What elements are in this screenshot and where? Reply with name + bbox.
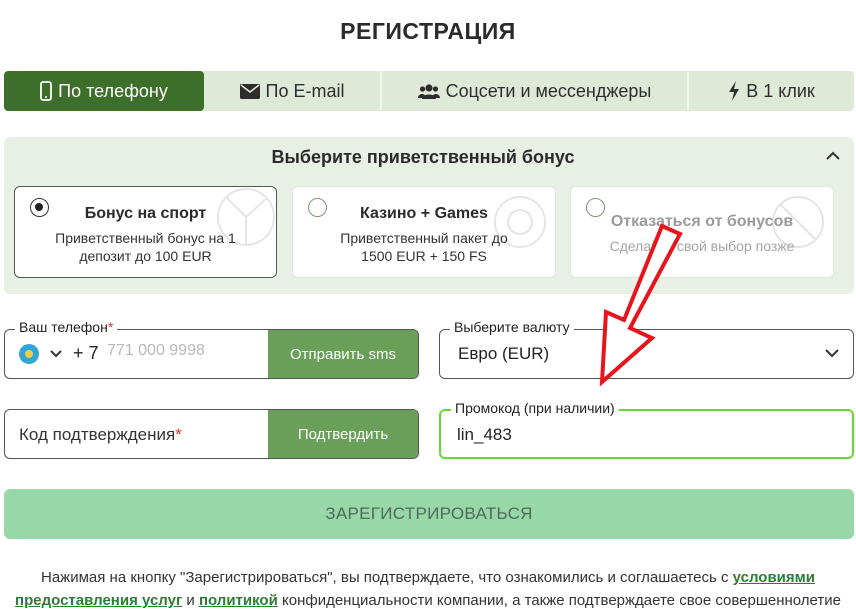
- registration-tabs: По телефону По E-mail Соцсети и мессендж…: [4, 71, 854, 111]
- chevron-down-icon[interactable]: [49, 345, 63, 363]
- dial-code: + 7: [73, 343, 99, 363]
- bonus-option-name: Бонус на спорт: [84, 205, 207, 222]
- tab-label: Соцсети и мессенджеры: [445, 80, 652, 101]
- tab-label: По E-mail: [265, 80, 345, 101]
- tab-label: В 1 клик: [746, 80, 815, 101]
- currency-value: Евро (EUR): [458, 344, 550, 363]
- bonus-option-casino[interactable]: Казино + Games Приветственный пакет до 1…: [292, 186, 556, 278]
- bonus-option-name: Отказаться от бонусов: [610, 213, 794, 230]
- kazakhstan-flag-icon[interactable]: [19, 344, 39, 364]
- currency-label: Выберите валюту: [450, 319, 574, 335]
- terms-text: Нажимая на кнопку "Зарегистрироваться", …: [15, 569, 841, 609]
- tab-label: По телефону: [58, 80, 168, 101]
- lightning-icon: [729, 81, 740, 101]
- phone-field: Ваш телефон* + 7 Отправить sms: [4, 319, 419, 379]
- users-icon: [417, 84, 440, 99]
- tab-phone[interactable]: По телефону: [4, 71, 204, 111]
- bonus-option-desc: Сделайте свой выбор позже: [609, 238, 795, 254]
- tab-social[interactable]: Соцсети и мессенджеры: [382, 71, 689, 111]
- tab-one-click[interactable]: В 1 клик: [689, 71, 854, 111]
- promo-code-field[interactable]: Промокод (при наличии) lin_483: [439, 400, 854, 459]
- tab-email[interactable]: По E-mail: [204, 71, 382, 111]
- welcome-bonus-panel: Выберите приветственный бонус Бонус на с…: [4, 137, 854, 294]
- envelope-icon: [239, 83, 260, 99]
- confirm-button[interactable]: Подтвердить: [268, 410, 418, 458]
- bonus-option-decline[interactable]: Отказаться от бонусов Сделайте свой выбо…: [570, 186, 834, 278]
- currency-select[interactable]: Выберите валюту Евро (EUR): [439, 319, 854, 379]
- bonus-option-sport[interactable]: Бонус на спорт Приветственный бонус на 1…: [14, 186, 277, 278]
- no-bonus-icon: [772, 196, 824, 248]
- page-title: РЕГИСТРАЦИЯ: [340, 18, 516, 44]
- confirmation-code-field[interactable]: Код подтверждения* Подтвердить: [4, 409, 419, 459]
- bonus-panel-title: Выберите приветственный бонус: [271, 147, 575, 167]
- mobile-phone-icon: [40, 81, 53, 101]
- bonus-option-desc: Приветственный бонус на 1 депозит до 100…: [55, 230, 236, 264]
- promo-value: lin_483: [457, 425, 512, 444]
- register-button[interactable]: ЗАРЕГИСТРИРОВАТЬСЯ: [4, 489, 854, 539]
- chevron-down-icon: [825, 349, 839, 358]
- phone-input[interactable]: [107, 342, 267, 360]
- code-label: Код подтверждения*: [19, 425, 182, 444]
- bonus-option-name: Казино + Games: [360, 205, 488, 222]
- promo-label: Промокод (при наличии): [451, 400, 619, 416]
- privacy-policy-link[interactable]: политикой: [199, 592, 278, 609]
- bonus-option-desc: Приветственный пакет до 1500 EUR + 150 F…: [340, 230, 508, 264]
- send-sms-button[interactable]: Отправить sms: [268, 330, 418, 378]
- chevron-up-icon[interactable]: [826, 151, 840, 161]
- phone-label: Ваш телефон*: [15, 319, 118, 335]
